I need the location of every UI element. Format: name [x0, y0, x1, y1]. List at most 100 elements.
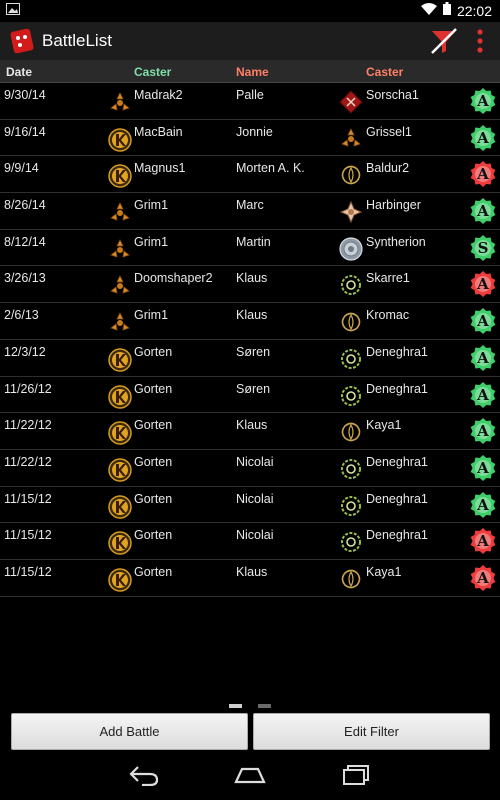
- home-button[interactable]: [234, 764, 266, 791]
- battle-date: 3/26/13: [4, 271, 46, 286]
- trollblood-icon: [339, 127, 363, 151]
- status-time: 22:02: [456, 3, 492, 19]
- my-caster: Magnus1: [134, 161, 186, 176]
- navigation-bar: [0, 752, 500, 800]
- back-button[interactable]: [128, 764, 160, 791]
- battle-date: 11/22/12: [4, 454, 52, 469]
- battle-row[interactable]: 11/26/12 Gorten Søren Deneghra1 A: [0, 377, 500, 414]
- mercenary-icon: [108, 421, 132, 445]
- recent-apps-button[interactable]: [340, 764, 372, 791]
- battle-row[interactable]: 2/6/13 Grim1 Klaus Kromac A: [0, 303, 500, 340]
- add-battle-button[interactable]: Add Battle: [11, 713, 248, 750]
- menoth-icon: [339, 200, 363, 224]
- mercenary-icon: [108, 568, 132, 592]
- opponent-name: Klaus: [236, 271, 268, 286]
- mercenary-icon: [108, 494, 132, 519]
- header-opponent-name[interactable]: Name: [236, 65, 269, 79]
- edit-filter-button[interactable]: Edit Filter: [253, 713, 490, 750]
- result-letter: A: [477, 385, 489, 404]
- mercenary-icon: [108, 458, 132, 482]
- result-letter: A: [477, 165, 489, 184]
- battle-row[interactable]: 12/3/12 Gorten Søren Deneghra1 A: [0, 340, 500, 377]
- win-gear-icon: S: [469, 234, 497, 262]
- opponent-caster: Skarre1: [366, 271, 410, 286]
- opponent-caster: Deneghra1: [366, 528, 428, 543]
- my-caster: Gorten: [134, 564, 173, 579]
- battle-date: 9/9/14: [4, 161, 39, 176]
- opponent-caster: Grissel1: [366, 124, 412, 139]
- opponent-caster: Sorscha1: [366, 88, 419, 102]
- win-gear-icon: A: [469, 197, 497, 225]
- battle-date: 2/6/13: [4, 308, 39, 323]
- my-caster: Grim1: [134, 308, 169, 323]
- cryx-icon: [339, 494, 363, 518]
- battle-date: 11/15/12: [4, 528, 52, 543]
- battle-row[interactable]: 9/16/14 MacBain Jonnie Grissel1 A: [0, 120, 500, 157]
- wifi-icon: [420, 2, 437, 20]
- result-letter: A: [477, 532, 489, 551]
- battle-date: 9/16/14: [4, 124, 46, 139]
- result-letter: A: [477, 202, 489, 221]
- battle-list[interactable]: 9/30/14 Madrak2 Palle Sorscha1 A 9/16/14 MacBa…: [0, 83, 500, 597]
- cryx-icon: [339, 347, 363, 371]
- opponent-caster: Kaya1: [366, 418, 402, 433]
- trollblood-icon: [108, 91, 132, 115]
- header-my-caster[interactable]: Caster: [134, 65, 171, 79]
- battle-date: 11/26/12: [4, 381, 52, 396]
- result-letter: A: [477, 92, 489, 110]
- cryx-icon: [339, 457, 363, 481]
- battle-row[interactable]: 11/15/12 Gorten Nicolai Deneghra1 A: [0, 523, 500, 560]
- column-header-row: Date Caster Name Caster: [0, 60, 500, 83]
- recent-apps-icon: [343, 765, 369, 785]
- trollblood-icon: [108, 238, 132, 262]
- result-letter: A: [477, 568, 489, 587]
- opponent-name: Morten A. K.: [236, 161, 305, 176]
- battery-icon: [442, 2, 451, 20]
- loss-gear-icon: A: [469, 270, 497, 298]
- loss-gear-icon: A: [469, 527, 497, 555]
- my-caster: MacBain: [134, 124, 183, 139]
- battle-date: 8/26/14: [4, 198, 46, 213]
- circle-orboros-icon: [339, 420, 363, 444]
- opponent-name: Nicolai: [236, 528, 274, 543]
- clear-filter-button[interactable]: [426, 24, 462, 58]
- result-letter: S: [477, 238, 489, 257]
- battle-date: 11/15/12: [4, 491, 52, 506]
- convergence-icon: [339, 237, 363, 261]
- battle-row[interactable]: 11/15/12 Gorten Klaus Kaya1 A: [0, 560, 500, 597]
- opponent-caster: Harbinger: [366, 198, 421, 213]
- opponent-name: Klaus: [236, 308, 268, 323]
- opponent-caster: Kaya1: [366, 564, 402, 579]
- battle-date: 8/12/14: [4, 234, 46, 249]
- cryx-icon: [339, 384, 363, 408]
- mercenary-icon: [108, 127, 132, 152]
- battle-row[interactable]: 9/9/14 Magnus1 Morten A. K. Baldur2 A: [0, 156, 500, 194]
- battle-row[interactable]: 11/22/12 Gorten Nicolai Deneghra1 A: [0, 450, 500, 487]
- my-caster: Doomshaper2: [134, 271, 213, 286]
- circle-orboros-icon: [339, 310, 363, 334]
- opponent-name: Nicolai: [236, 454, 274, 469]
- my-caster: Gorten: [134, 528, 173, 543]
- battle-row[interactable]: 11/22/12 Gorten Klaus Kaya1 A: [0, 413, 500, 450]
- opponent-name: Klaus: [236, 564, 268, 579]
- cryx-icon: [339, 273, 363, 297]
- overflow-dots-icon: [477, 29, 483, 53]
- dice-app-icon[interactable]: [8, 27, 36, 55]
- opponent-caster: Deneghra1: [366, 381, 428, 396]
- overflow-menu-button[interactable]: [468, 24, 492, 58]
- battle-row[interactable]: 3/26/13 Doomshaper2 Klaus Skarre1 A: [0, 266, 500, 304]
- header-opponent-caster[interactable]: Caster: [366, 65, 403, 79]
- win-gear-icon: A: [469, 454, 497, 482]
- status-right: 22:02: [420, 2, 500, 20]
- opponent-name: Palle: [236, 88, 264, 102]
- page-indicator: [0, 704, 500, 710]
- battle-row[interactable]: 8/26/14 Grim1 Marc Harbinger A: [0, 193, 500, 230]
- battle-row[interactable]: 8/12/14 Grim1 Martin Syntherion S: [0, 230, 500, 267]
- filter-off-icon: [431, 28, 457, 54]
- page-dot-active: [229, 704, 242, 708]
- opponent-name: Nicolai: [236, 491, 274, 506]
- battle-row[interactable]: 9/30/14 Madrak2 Palle Sorscha1 A: [0, 83, 500, 120]
- battle-row[interactable]: 11/15/12 Gorten Nicolai Deneghra1 A: [0, 487, 500, 524]
- battle-date: 11/22/12: [4, 418, 52, 433]
- header-date[interactable]: Date: [6, 65, 32, 79]
